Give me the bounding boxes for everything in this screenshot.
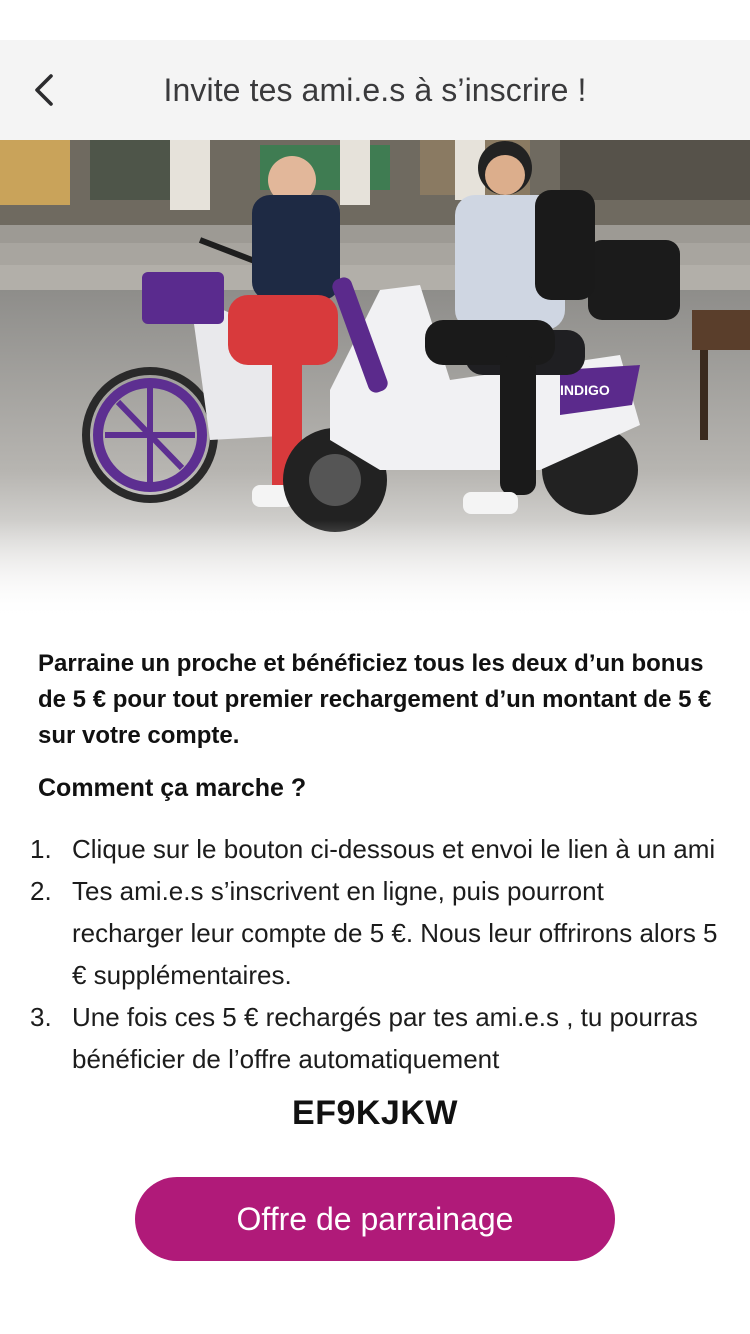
list-item: 3. Une fois ces 5 € rechargés par tes am… xyxy=(30,996,720,1080)
chevron-left-icon xyxy=(35,74,53,106)
hero-image: INDIGO xyxy=(0,140,750,620)
list-item: 1. Clique sur le bouton ci-dessous et en… xyxy=(30,828,720,870)
referral-offer-button[interactable]: Offre de parrainage xyxy=(135,1177,615,1261)
back-button[interactable] xyxy=(22,68,66,112)
page-title: Invite tes ami.e.s à s’inscrire ! xyxy=(163,71,587,108)
step-text: Une fois ces 5 € rechargés par tes ami.e… xyxy=(72,1002,698,1074)
step-number: 2. xyxy=(30,876,52,906)
step-number: 3. xyxy=(30,1002,52,1032)
intro-text: Parraine un proche et bénéficiez tous le… xyxy=(38,650,712,749)
step-text: Clique sur le bouton ci-dessous et envoi… xyxy=(72,834,716,864)
nav-bar: Invite tes ami.e.s à s’inscrire ! xyxy=(0,40,750,140)
step-number: 1. xyxy=(30,834,52,864)
step-text: Tes ami.e.s s’inscrivent en ligne, puis … xyxy=(72,876,718,990)
status-bar xyxy=(0,0,750,40)
steps-list: 1. Clique sur le bouton ci-dessous et en… xyxy=(30,828,720,1080)
list-item: 2. Tes ami.e.s s’inscrivent en ligne, pu… xyxy=(30,870,720,996)
scooter-brand-text: INDIGO xyxy=(560,382,610,398)
intro-section: Parraine un proche et bénéficiez tous le… xyxy=(38,646,718,803)
how-it-works-title: Comment ça marche ? xyxy=(38,774,307,802)
referral-code: EF9KJKW xyxy=(292,1094,458,1132)
